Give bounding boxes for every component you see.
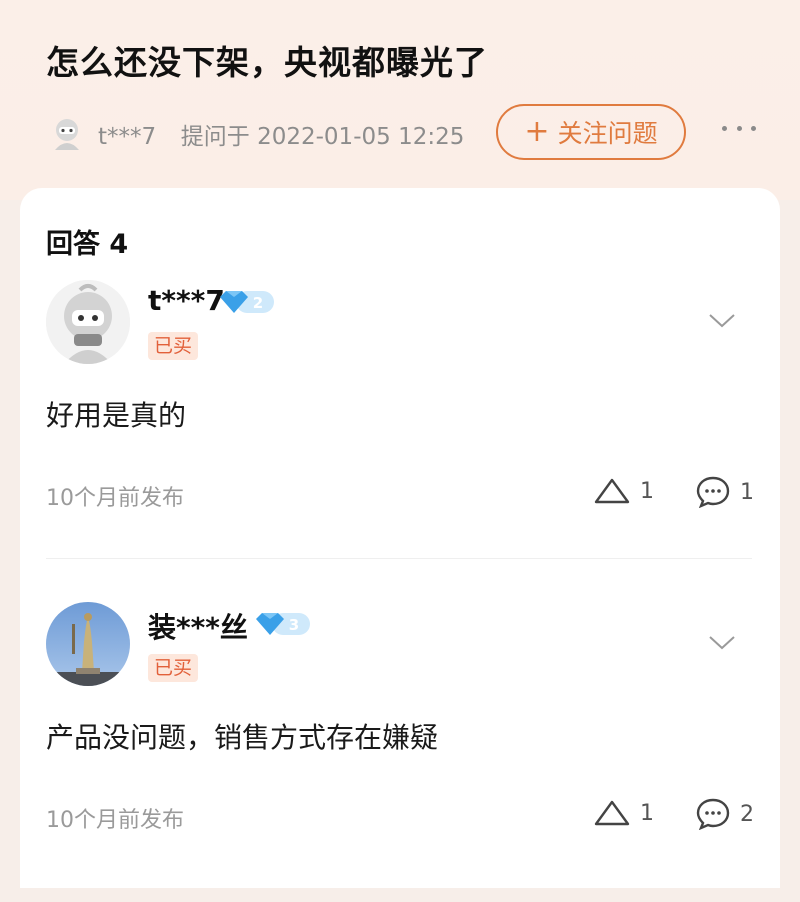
level-number: 2 bbox=[253, 294, 263, 312]
answer-content: 产品没问题，销售方式存在嫌疑 bbox=[46, 721, 439, 754]
level-number: 3 bbox=[289, 616, 299, 634]
answer-username[interactable]: t***7 bbox=[148, 284, 225, 317]
triangle-like-icon bbox=[594, 478, 630, 504]
chevron-down-icon[interactable] bbox=[708, 312, 736, 330]
answer-time: 10个月前发布 bbox=[46, 808, 184, 833]
answer-item: t***7 2 已买 好用是真的 10个月前发布 1 1 bbox=[20, 280, 780, 580]
question-title: 怎么还没下架，央视都曝光了 bbox=[46, 43, 488, 82]
comment-count: 2 bbox=[740, 801, 754, 827]
question-header: 怎么还没下架，央视都曝光了 t***7 提问于 2022-01-05 12:25… bbox=[0, 0, 800, 200]
like-button[interactable]: 1 bbox=[594, 478, 654, 504]
asker-name[interactable]: t***7 bbox=[98, 124, 156, 150]
avatar[interactable] bbox=[46, 280, 130, 364]
asker-meta: t***7 提问于 2022-01-05 12:25 bbox=[98, 117, 464, 151]
answer-item: 装***丝 3 已买 产品没问题，销售方式存在嫌疑 10个月前发布 1 2 bbox=[20, 602, 780, 902]
bought-badge: 已买 bbox=[148, 332, 199, 360]
avatar[interactable] bbox=[46, 602, 130, 686]
divider bbox=[46, 558, 752, 559]
diamond-level-badge-icon: 2 bbox=[220, 291, 274, 313]
answer-time: 10个月前发布 bbox=[46, 486, 184, 511]
triangle-like-icon bbox=[594, 800, 630, 826]
asker-avatar-icon bbox=[55, 119, 79, 150]
plus-icon: + bbox=[524, 114, 550, 149]
comment-button[interactable]: 2 bbox=[696, 798, 754, 830]
statue-photo-avatar-icon bbox=[46, 602, 130, 686]
asked-time: 2022-01-05 12:25 bbox=[257, 124, 465, 150]
comment-bubble-icon bbox=[696, 798, 730, 830]
bought-badge: 已买 bbox=[148, 654, 199, 682]
like-count: 1 bbox=[640, 478, 654, 504]
follow-question-button[interactable]: + 关注问题 bbox=[496, 104, 686, 160]
more-options-icon[interactable] bbox=[722, 118, 756, 138]
comment-button[interactable]: 1 bbox=[696, 476, 754, 508]
answers-count-title: 回答 4 bbox=[46, 229, 129, 260]
answers-card: 回答 4 t***7 2 已买 好用是真的 10个月前发布 1 1 装***丝 … bbox=[20, 188, 780, 888]
robot-avatar-icon bbox=[46, 280, 130, 364]
answer-username[interactable]: 装***丝 bbox=[148, 606, 248, 646]
follow-question-label: 关注问题 bbox=[557, 119, 658, 148]
asked-label: 提问于 bbox=[180, 124, 250, 150]
chevron-down-icon[interactable] bbox=[708, 634, 736, 652]
like-button[interactable]: 1 bbox=[594, 800, 654, 826]
comment-bubble-icon bbox=[696, 476, 730, 508]
diamond-level-badge-icon: 3 bbox=[256, 613, 310, 635]
answer-content: 好用是真的 bbox=[46, 399, 187, 432]
comment-count: 1 bbox=[740, 479, 754, 505]
like-count: 1 bbox=[640, 800, 654, 826]
